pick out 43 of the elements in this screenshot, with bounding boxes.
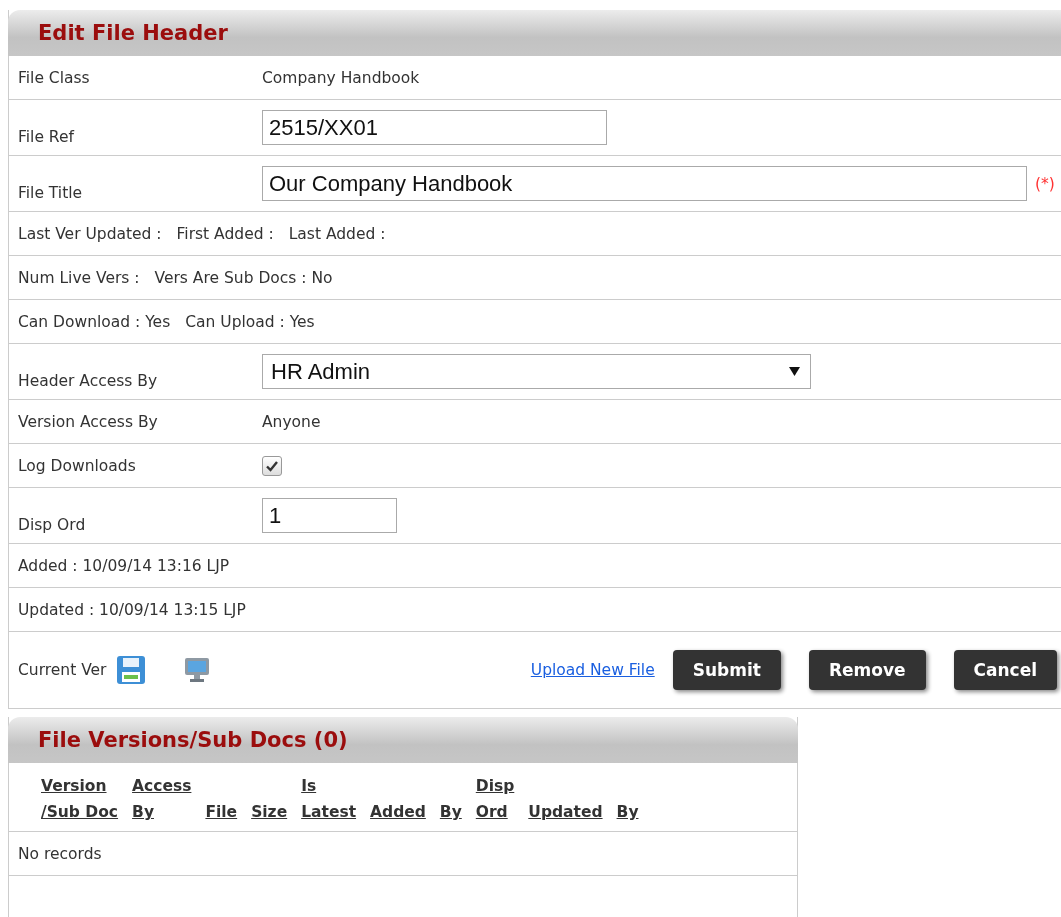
input-field[interactable]: Our Company Handbook <box>262 166 1027 201</box>
column-header[interactable]: Added <box>370 799 426 825</box>
info-text: Can Upload : Yes <box>185 312 315 331</box>
empty-message: No records <box>18 844 102 863</box>
field-label: Current Ver <box>18 661 107 679</box>
info-text: Added : 10/09/14 13:16 LJP <box>18 556 230 575</box>
action-button[interactable]: Remove <box>808 650 926 690</box>
info-text: Updated : 10/09/14 13:15 LJP <box>18 600 246 619</box>
info-text: Can Download : Yes <box>18 312 171 331</box>
upload-link[interactable]: Upload New File <box>530 661 655 679</box>
column-header[interactable]: By <box>616 799 639 825</box>
field-label: File Title <box>18 184 84 204</box>
column-header[interactable]: Size <box>251 799 288 825</box>
field-label: Header Access By <box>18 372 159 392</box>
field-value: Company Handbook <box>262 68 420 87</box>
required-mark: (*) <box>1035 174 1055 193</box>
column-header[interactable]: By <box>439 799 462 825</box>
input-field[interactable]: 1 <box>262 498 397 533</box>
panel-title: Edit File Header <box>38 21 228 45</box>
field-label: Disp Ord <box>18 516 87 536</box>
dropdown[interactable]: HR Admin <box>262 354 811 389</box>
field-label: File Ref <box>18 128 76 148</box>
column-header[interactable]: Version /Sub Doc <box>41 773 119 825</box>
column-header[interactable]: Is Latest <box>301 773 357 825</box>
info-text: Vers Are Sub Docs : No <box>154 268 333 287</box>
info-text: Last Ver Updated : <box>18 224 162 243</box>
action-button[interactable]: Submit <box>672 650 781 690</box>
panel-title: File Versions/Sub Docs (0) <box>38 728 348 752</box>
column-header[interactable]: Updated <box>528 799 603 825</box>
field-value: Anyone <box>262 412 321 431</box>
field-label: Version Access By <box>18 412 159 431</box>
checkbox[interactable] <box>262 455 282 476</box>
column-header[interactable]: Access By <box>132 773 192 825</box>
info-text: First Added : <box>176 224 274 243</box>
field-label: Log Downloads <box>18 456 137 475</box>
info-text: Last Added : <box>288 224 386 243</box>
input-field[interactable]: 2515/XX01 <box>262 110 607 145</box>
column-header[interactable]: Disp Ord <box>475 773 515 825</box>
caret-icon <box>789 367 800 376</box>
field-label: File Class <box>18 68 91 87</box>
info-text: Num Live Vers : <box>18 268 140 287</box>
action-button[interactable]: Cancel <box>953 650 1057 690</box>
column-header[interactable]: File <box>205 799 238 825</box>
